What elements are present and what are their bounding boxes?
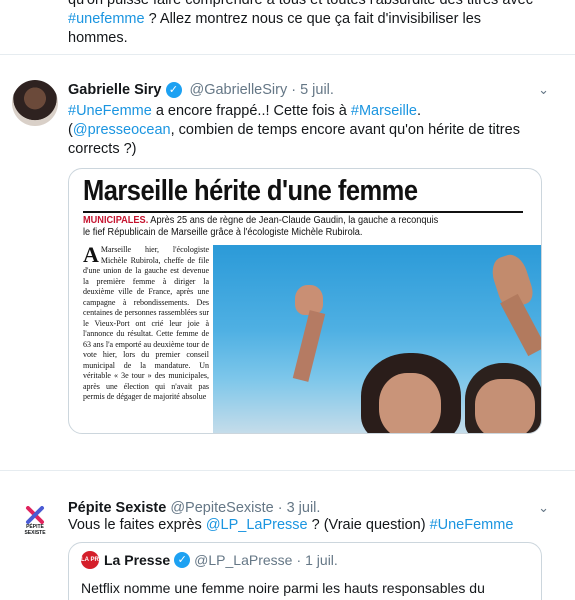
- subhead-label: MUNICIPALES.: [83, 215, 149, 226]
- headline-rule: [83, 211, 523, 213]
- cross-logo-icon: [26, 506, 44, 524]
- more-options-chevron-down-icon[interactable]: ⌄: [538, 82, 549, 98]
- avatar[interactable]: [12, 80, 58, 126]
- tweet-text-segment: , combien de temps encore avant qu'on hé…: [170, 122, 520, 138]
- quoted-author-name: La Presse: [104, 552, 171, 568]
- separator-dot: ·: [277, 500, 283, 516]
- tweet-text-segment: ? (Vraie question): [307, 517, 430, 533]
- tweet-separator: [0, 470, 575, 471]
- author-handle[interactable]: @PepiteSexiste: [170, 500, 273, 516]
- hashtag-unefemme-link[interactable]: #UneFemme: [430, 517, 514, 533]
- verified-badge-icon: ✓: [165, 82, 182, 98]
- tweet-gabrielle-siry[interactable]: Gabrielle Siry ✓ @GabrielleSiry · 5 juil…: [0, 80, 575, 450]
- raised-arm-shape: [500, 293, 541, 357]
- woman-face-shape: [379, 373, 441, 433]
- hashtag-unefemme-link[interactable]: #UneFemme: [68, 103, 152, 119]
- tweet-timestamp[interactable]: 5 juil.: [300, 82, 334, 98]
- hashtag-unefemme-link[interactable]: #unefemme: [68, 11, 145, 27]
- newspaper-headline: Marseille hérite d'une femme: [83, 175, 418, 207]
- newspaper-column: A Marseille hier, l'écologiste Michèle Ru…: [83, 242, 209, 403]
- quoted-tweet[interactable]: LA PRESSE La Presse ✓ @LP_LaPresse · 1 j…: [68, 542, 542, 600]
- hashtag-marseille-link[interactable]: #Marseille: [351, 103, 417, 119]
- tweet-pepite-sexiste[interactable]: PÉPITE SEXISTE Pépite Sexiste @PepiteSex…: [0, 498, 575, 600]
- timeline: qu'on puisse faire comprendre à tous et …: [0, 0, 575, 600]
- mention-presseocean-link[interactable]: @presseocean: [73, 122, 171, 138]
- tweet-header: Gabrielle Siry ✓ @GabrielleSiry · 5 juil…: [68, 80, 334, 100]
- drop-cap: A: [83, 242, 99, 267]
- verified-badge-icon: ✓: [174, 552, 191, 568]
- la-presse-logo-icon: LA PRESSE: [81, 551, 115, 569]
- man-face-shape: [475, 379, 535, 433]
- tweet-timestamp[interactable]: 3 juil.: [287, 500, 321, 516]
- tweet-text: Vous le faites exprès @LP_LaPresse ? (Vr…: [68, 516, 538, 535]
- separator-dot: ·: [296, 552, 302, 568]
- quoted-tweet-text: Netflix nomme une femme noire parmi les …: [81, 580, 485, 600]
- tweet-header: Pépite Sexiste @PepiteSexiste · 3 juil.: [68, 498, 320, 518]
- tweet-separator: [0, 54, 575, 55]
- quoted-tweet-timestamp: 1 juil.: [305, 552, 338, 568]
- avatar[interactable]: PÉPITE SEXISTE: [12, 498, 58, 544]
- tweet-text-segment: .: [417, 103, 422, 119]
- news-photo: [213, 245, 541, 433]
- subhead-text: Après 25 ans de règne de Jean-Claude Gau…: [148, 215, 439, 226]
- column-text: Marseille hier, l'écologiste Michèle Rub…: [83, 245, 209, 401]
- author-handle[interactable]: @GabrielleSiry: [190, 82, 288, 98]
- tweet-text-segment: a encore frappé..! Cette fois à: [151, 103, 351, 119]
- raised-arm-shape: [292, 310, 326, 382]
- quoted-tweet-header: LA PRESSE La Presse ✓ @LP_LaPresse · 1 j…: [81, 551, 338, 569]
- subhead-text: le fief Républicain de Marseille grâce à…: [83, 227, 363, 238]
- newspaper-subhead: MUNICIPALES. Après 25 ans de règne de Je…: [83, 215, 492, 239]
- author-name[interactable]: Pépite Sexiste: [68, 500, 166, 516]
- tweet-image[interactable]: Marseille hérite d'une femme MUNICIPALES…: [68, 168, 542, 434]
- mention-lp-lapresse-link[interactable]: @LP_LaPresse: [206, 517, 308, 533]
- tweet-text-segment: Vous le faites exprès: [68, 517, 206, 533]
- separator-dot: ·: [291, 82, 297, 98]
- tweet-text-segment: corrects ?): [68, 141, 137, 157]
- author-name[interactable]: Gabrielle Siry: [68, 82, 162, 98]
- quoted-author-handle: @LP_LaPresse: [194, 552, 293, 568]
- more-options-chevron-down-icon[interactable]: ⌄: [538, 500, 549, 516]
- avatar-caption: SEXISTE: [24, 530, 46, 536]
- tweet-text: #UneFemme a encore frappé..! Cette fois …: [68, 102, 538, 159]
- previous-tweet-line: qu'on puisse faire comprendre à tous et …: [68, 0, 533, 8]
- previous-tweet-text: qu'on puisse faire comprendre à tous et …: [68, 0, 538, 48]
